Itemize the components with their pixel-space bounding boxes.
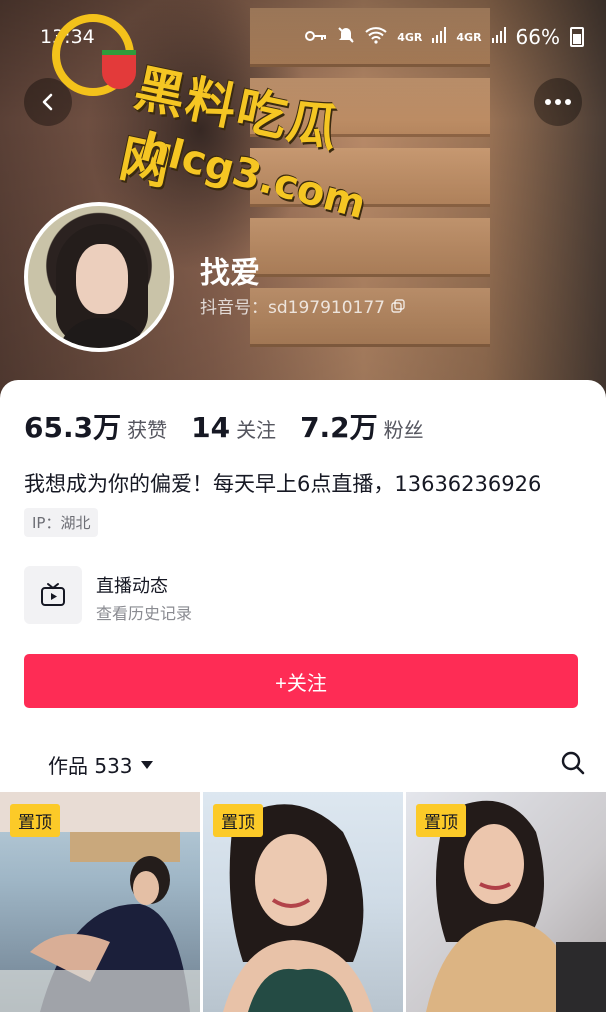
- stat-value: 65.3万: [24, 411, 122, 444]
- douyin-id-text: 抖音号：sd197910177: [200, 298, 385, 318]
- profile-nickname: 找爱: [200, 256, 260, 291]
- stat-value: 14: [191, 411, 231, 444]
- douyin-id[interactable]: 抖音号：sd197910177: [200, 293, 405, 318]
- battery-percent: 66%: [515, 25, 560, 49]
- stat-following[interactable]: 14 关注: [191, 411, 276, 444]
- profile-stats: 65.3万 获赞 14 关注 7.2万 粉丝: [24, 406, 424, 446]
- search-button[interactable]: [558, 748, 588, 778]
- avatar-face: [76, 244, 128, 314]
- avatar[interactable]: [24, 202, 174, 352]
- more-dots-icon: [545, 99, 571, 105]
- live-icon-box: [24, 566, 82, 624]
- profile-card: 65.3万 获赞 14 关注 7.2万 粉丝 我想成为你的偏爱！每天早上6点直播…: [0, 380, 606, 1012]
- stat-label: 获赞: [127, 418, 168, 442]
- video-grid: 置顶 置顶 置顶: [0, 792, 606, 1012]
- search-icon: [561, 751, 585, 775]
- tab-works[interactable]: 作品 533: [48, 750, 153, 779]
- signal-label: 4GR: [397, 30, 423, 44]
- signal-bars-icon: [491, 26, 506, 48]
- follow-button[interactable]: +关注: [24, 654, 578, 708]
- works-tab-bar: 作品 533: [0, 740, 606, 790]
- pinned-badge: 置顶: [10, 804, 60, 837]
- back-button[interactable]: [24, 78, 72, 126]
- stat-likes[interactable]: 65.3万 获赞: [24, 406, 167, 446]
- back-arrow-icon: [42, 93, 53, 111]
- watermark: 黑料吃瓜网 hlcg3.com: [52, 14, 392, 228]
- works-label: 作品 533: [48, 754, 133, 778]
- profile-bio: 我想成为你的偏爱！每天早上6点直播，13636236926: [24, 472, 542, 496]
- signal-label: 4GR: [456, 30, 482, 44]
- copy-icon: [391, 298, 405, 313]
- pinned-badge: 置顶: [213, 804, 263, 837]
- caret-down-icon: [140, 760, 153, 769]
- battery-icon: [570, 27, 584, 47]
- ip-location-tag: IP：湖北: [24, 508, 99, 537]
- stat-followers[interactable]: 7.2万 粉丝: [300, 406, 424, 446]
- video-thumbnail[interactable]: 置顶: [0, 792, 200, 1012]
- live-history-entry[interactable]: 直播动态 查看历史记录: [24, 566, 444, 628]
- video-thumbnail[interactable]: 置顶: [406, 792, 606, 1012]
- video-thumbnail[interactable]: 置顶: [203, 792, 403, 1012]
- pinned-badge: 置顶: [416, 804, 466, 837]
- signal-bars-icon: [432, 26, 447, 48]
- tv-live-icon: [41, 583, 65, 606]
- more-button[interactable]: [534, 78, 582, 126]
- stat-value: 7.2万: [300, 411, 378, 444]
- stat-label: 粉丝: [383, 418, 424, 442]
- live-title: 直播动态: [96, 576, 168, 597]
- stat-label: 关注: [236, 418, 277, 442]
- live-subtitle: 查看历史记录: [96, 604, 193, 623]
